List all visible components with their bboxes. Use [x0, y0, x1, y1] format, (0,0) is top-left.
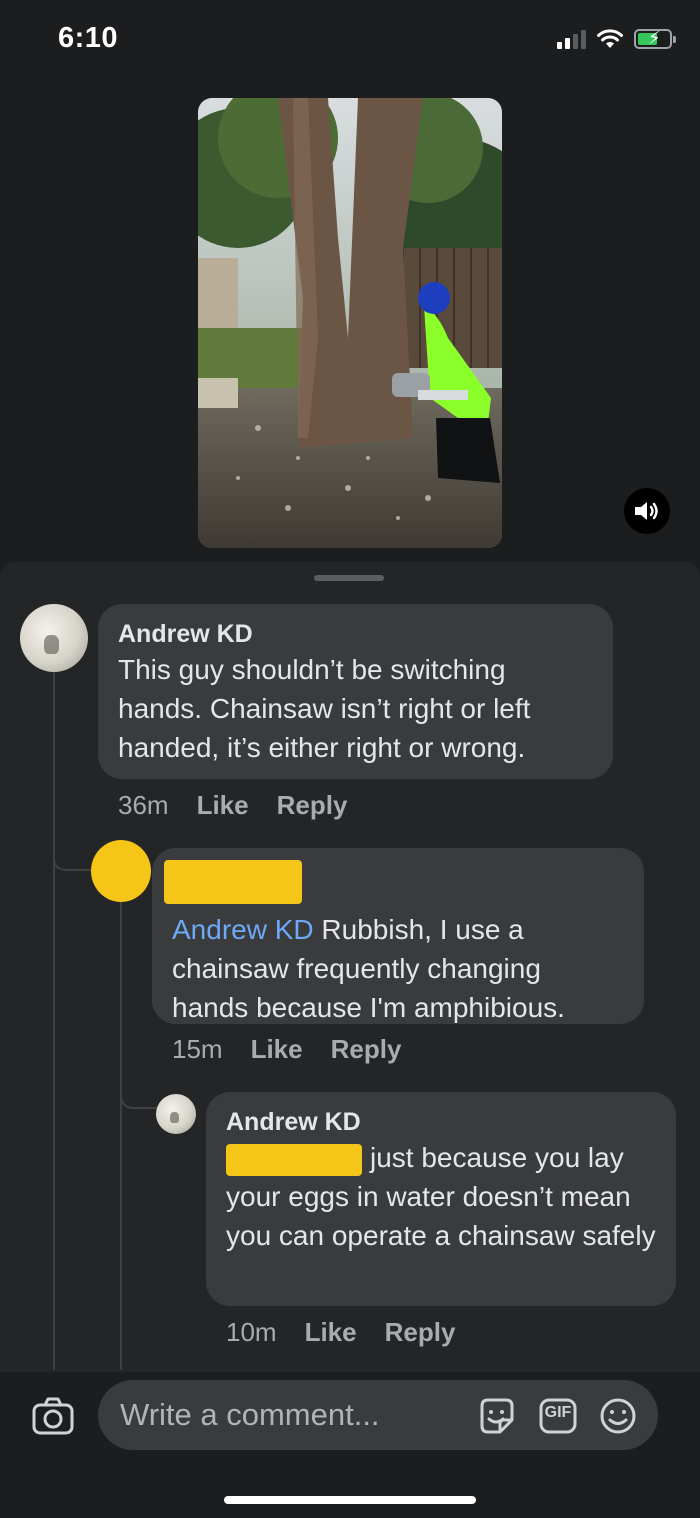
thread-line	[120, 900, 122, 1370]
comment-time: 15m	[172, 1034, 223, 1064]
comment-actions: 10m Like Reply	[226, 1317, 455, 1348]
avatar[interactable]	[20, 604, 88, 672]
status-time: 6:10	[58, 22, 119, 54]
gif-button[interactable]: GIF	[538, 1396, 578, 1436]
status-icons: ⚡	[557, 28, 676, 50]
emoji-icon	[600, 1398, 636, 1434]
signal-icon	[557, 29, 586, 49]
redacted-name	[164, 860, 624, 904]
reply-button[interactable]: Reply	[277, 790, 348, 821]
video-frame	[198, 98, 502, 548]
thread-connector	[120, 1080, 160, 1109]
sticker-button[interactable]	[476, 1396, 516, 1436]
comment-time: 36m	[118, 790, 169, 820]
camera-button[interactable]	[30, 1394, 76, 1440]
like-button[interactable]: Like	[251, 1034, 303, 1065]
like-button[interactable]: Like	[197, 790, 249, 821]
thread-line	[53, 670, 55, 1370]
comment-time: 10m	[226, 1317, 277, 1347]
comment-bubble: Andrew KD Rubbish, I use a chainsaw freq…	[152, 848, 644, 1024]
comment-author[interactable]: Andrew KD	[118, 618, 593, 650]
avatar[interactable]	[156, 1094, 196, 1134]
comment-text: Andrew KD Rubbish, I use a chainsaw freq…	[172, 914, 565, 1023]
camera-icon	[32, 1397, 74, 1435]
comment-bubble: Andrew KD just because you lay your eggs…	[206, 1092, 676, 1306]
redacted-mention	[226, 1143, 362, 1176]
reply-button[interactable]: Reply	[385, 1317, 456, 1348]
comment-actions: 36m Like Reply	[118, 790, 347, 821]
comment-actions: 15m Like Reply	[172, 1034, 401, 1065]
wifi-icon	[597, 29, 623, 48]
sticker-icon	[480, 1398, 514, 1434]
like-button[interactable]: Like	[305, 1317, 357, 1348]
comment-author[interactable]: Andrew KD	[226, 1106, 656, 1138]
home-indicator[interactable]	[224, 1496, 476, 1504]
video-player[interactable]	[198, 98, 502, 548]
gif-label: GIF	[544, 1404, 572, 1421]
status-bar: 6:10 ⚡	[0, 0, 700, 90]
avatar[interactable]	[91, 840, 151, 902]
mention-link[interactable]: Andrew KD	[172, 914, 314, 945]
emoji-button[interactable]	[598, 1396, 638, 1436]
sound-icon	[635, 502, 658, 520]
battery-icon: ⚡	[634, 28, 676, 49]
comment-text: This guy shouldn’t be switching hands. C…	[118, 654, 531, 763]
sound-toggle-button[interactable]	[624, 488, 670, 534]
sheet-drag-handle[interactable]	[314, 575, 384, 581]
reply-button[interactable]: Reply	[331, 1034, 402, 1065]
comment-text: just because you lay your eggs in water …	[226, 1142, 656, 1251]
comment-bubble: Andrew KD This guy shouldn’t be switchin…	[98, 604, 613, 779]
